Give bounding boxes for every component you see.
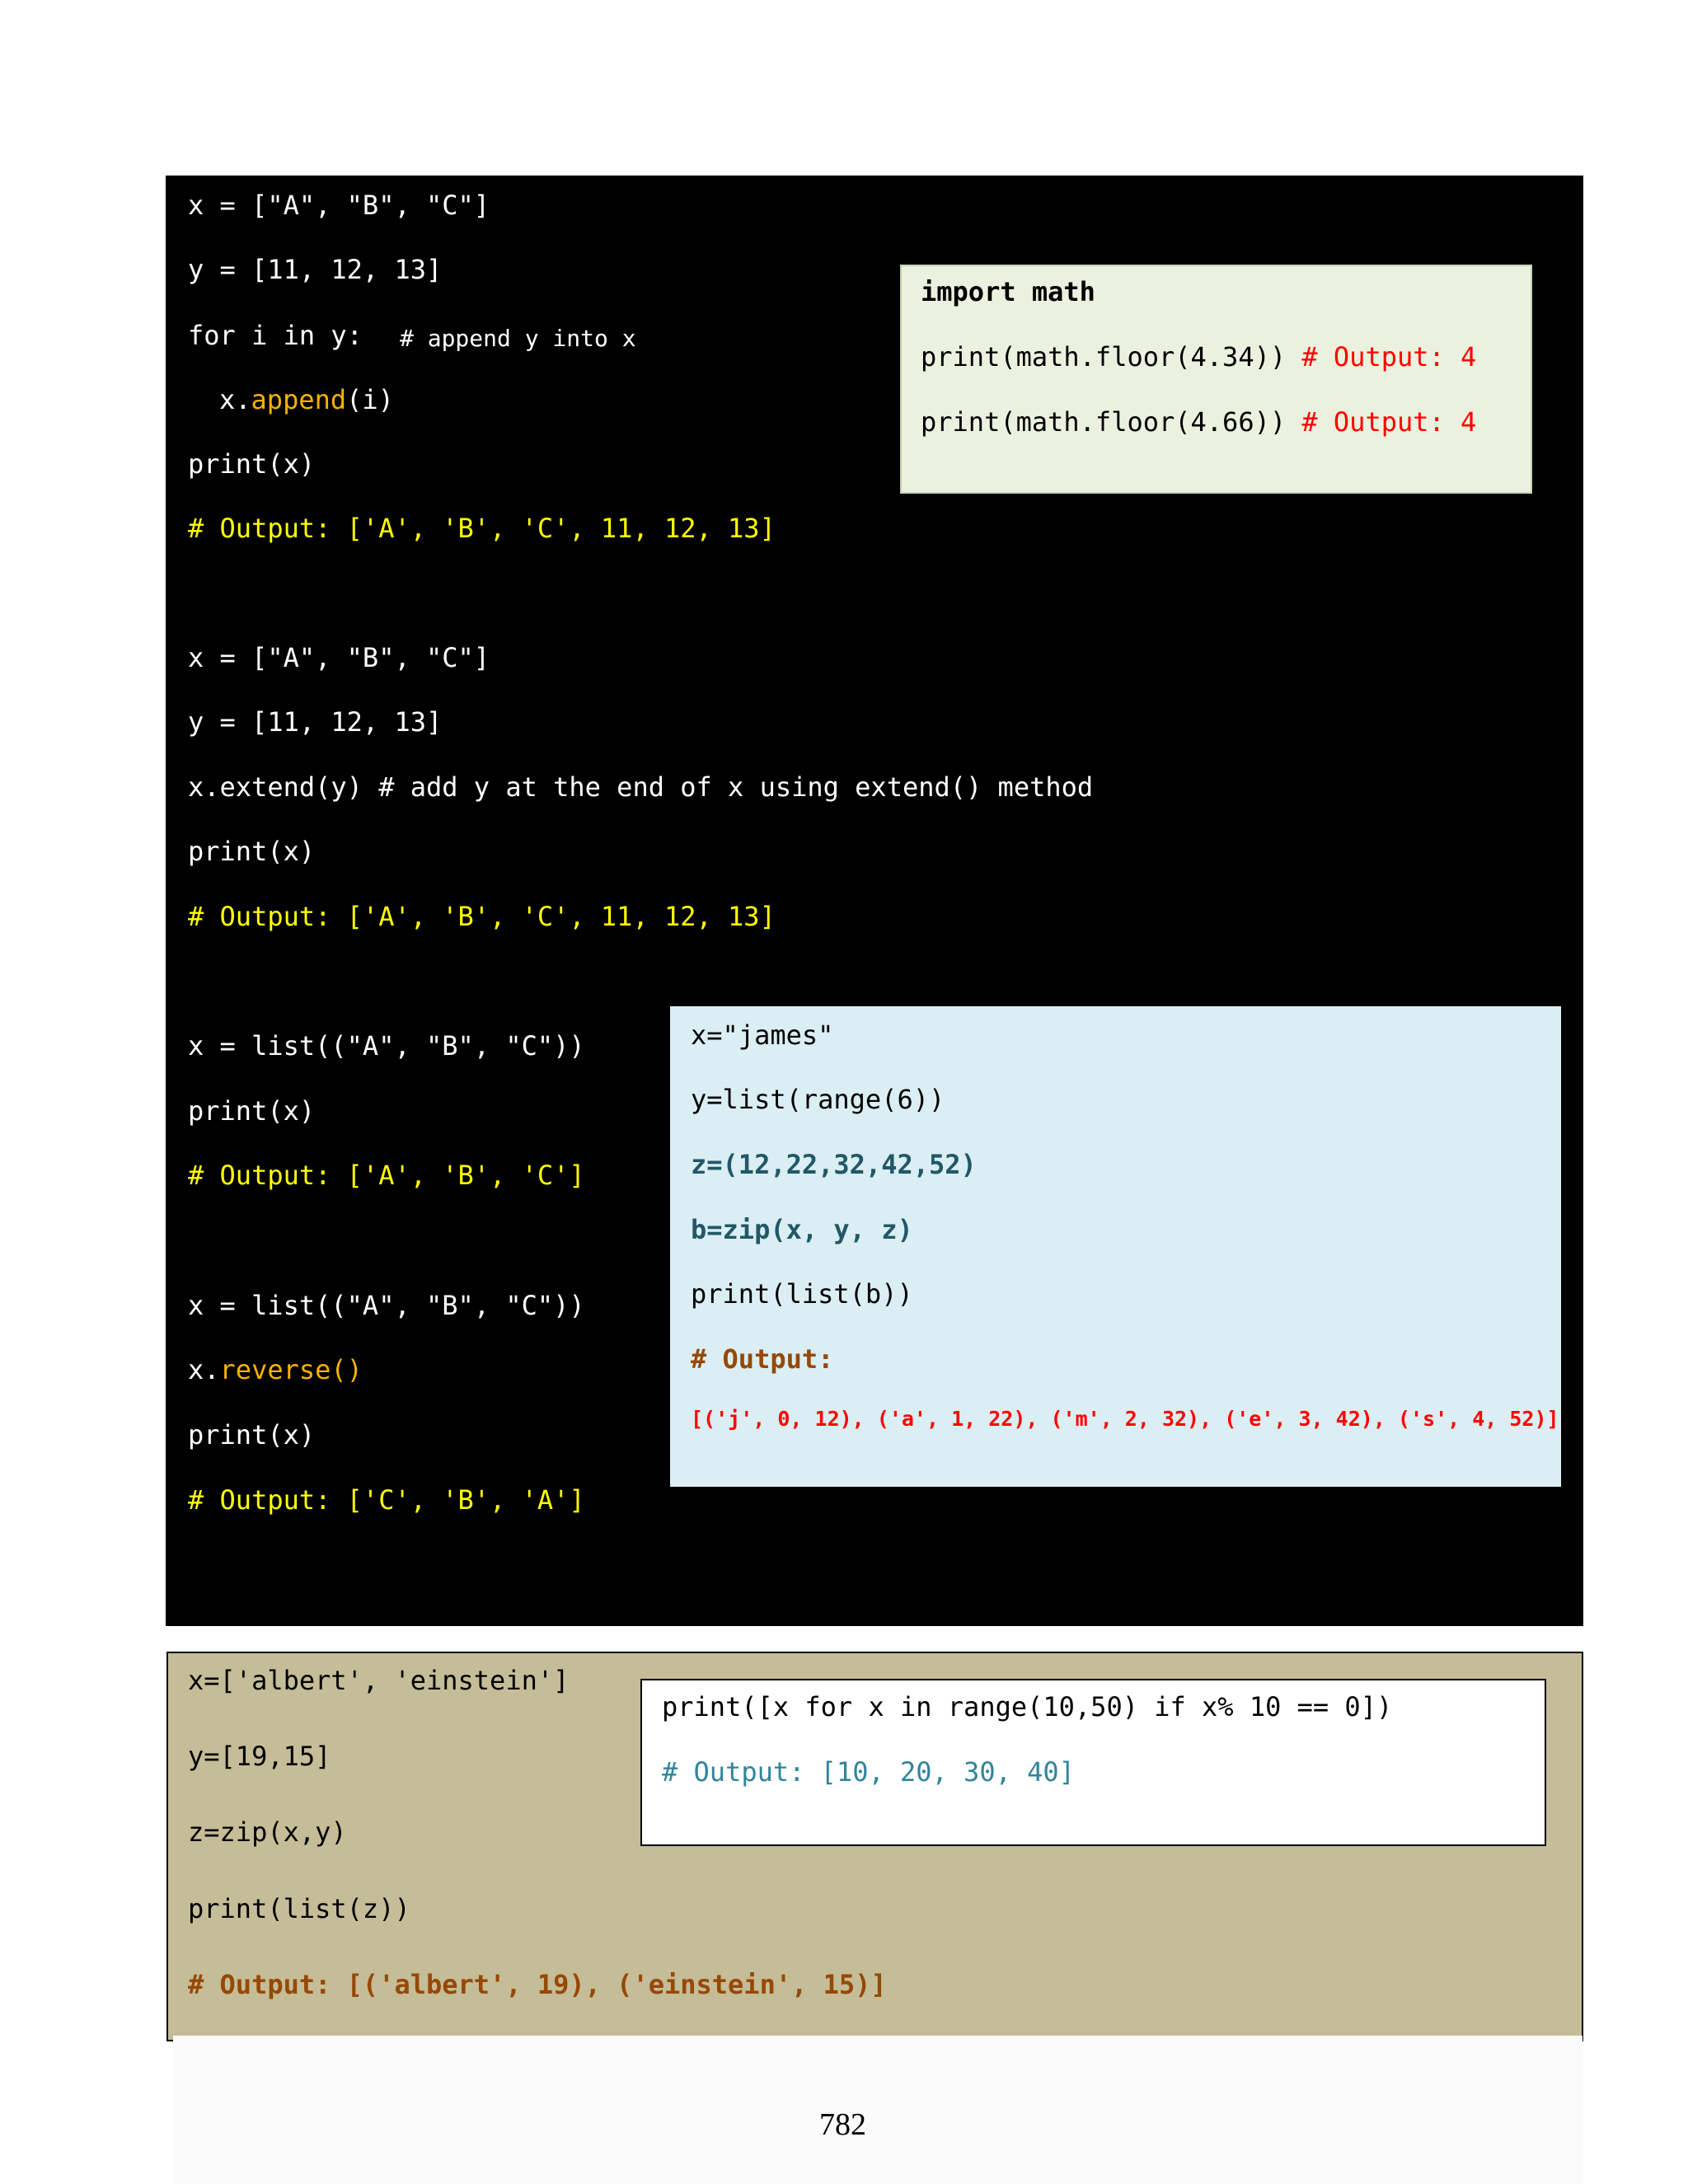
method-name: reverse() <box>219 1354 363 1385</box>
output-line: [('j', 0, 12), ('a', 1, 22), ('m', 2, 32… <box>691 1407 1559 1431</box>
code-line: x.reverse() <box>188 1353 363 1386</box>
code-token: print(math.floor(4.66)) <box>921 406 1287 438</box>
output-line: # Output: [('albert', 19), ('einstein', … <box>188 1969 887 2000</box>
code-token: x. <box>188 1354 220 1385</box>
output-line: # Output: ['A', 'B', 'C'] <box>188 1160 585 1191</box>
code-line: x = list(("A", "B", "C")) <box>188 1030 585 1062</box>
code-line: y=[19,15] <box>188 1741 331 1772</box>
code-line: x=['albert', 'einstein'] <box>188 1665 570 1696</box>
code-token: x. <box>219 384 251 415</box>
code-line: y = [11, 12, 13] <box>188 706 443 738</box>
output-line: # Output: ['A', 'B', 'C', 11, 12, 13] <box>188 901 776 932</box>
page-number: 782 <box>819 2107 866 2142</box>
method-name: append <box>251 384 347 415</box>
output-label: # Output: <box>691 1343 834 1375</box>
code-line: x = list(("A", "B", "C")) <box>188 1290 585 1321</box>
code-comment: # Output: 4 <box>1301 341 1477 373</box>
code-line: x = ["A", "B", "C"] <box>188 642 490 673</box>
code-token: (i) <box>346 384 394 415</box>
code-line: print([x for x in range(10,50) if x% 10 … <box>662 1691 1393 1722</box>
code-comment: # Output: 4 <box>1301 406 1477 438</box>
code-line: print(math.floor(4.34)) # Output: 4 <box>921 340 1476 373</box>
code-comment: # append y into x <box>400 325 636 352</box>
code-line: x.append(i) <box>219 383 394 416</box>
output-line: # Output: ['C', 'B', 'A'] <box>188 1484 585 1516</box>
code-line: print(math.floor(4.66)) # Output: 4 <box>921 405 1476 438</box>
code-line: for i in y: <box>188 320 363 351</box>
output-line: # Output: ['A', 'B', 'C', 11, 12, 13] <box>188 513 776 544</box>
code-line: y = [11, 12, 13] <box>188 254 443 285</box>
code-line: import math <box>921 276 1095 307</box>
code-line: print(list(b)) <box>691 1278 913 1310</box>
code-line: print(x) <box>188 836 316 867</box>
code-comment: # Output: [10, 20, 30, 40] <box>662 1756 1075 1788</box>
code-line: x.extend(y) # add y at the end of x usin… <box>188 771 1094 803</box>
code-line: print(list(z)) <box>188 1893 410 1924</box>
code-line: z=zip(x,y) <box>188 1816 347 1848</box>
code-line: x="james" <box>691 1019 834 1051</box>
code-line: print(x) <box>188 1419 316 1451</box>
code-token: print(math.floor(4.34)) <box>921 341 1287 373</box>
page-footer-shade <box>173 2036 1582 2184</box>
code-line: b=zip(x, y, z) <box>691 1214 913 1245</box>
code-line: print(x) <box>188 1095 316 1127</box>
code-line: print(x) <box>188 448 316 480</box>
code-line: x = ["A", "B", "C"] <box>188 190 490 221</box>
code-line: z=(12,22,32,42,52) <box>691 1149 977 1180</box>
code-line: y=list(range(6)) <box>691 1084 945 1115</box>
